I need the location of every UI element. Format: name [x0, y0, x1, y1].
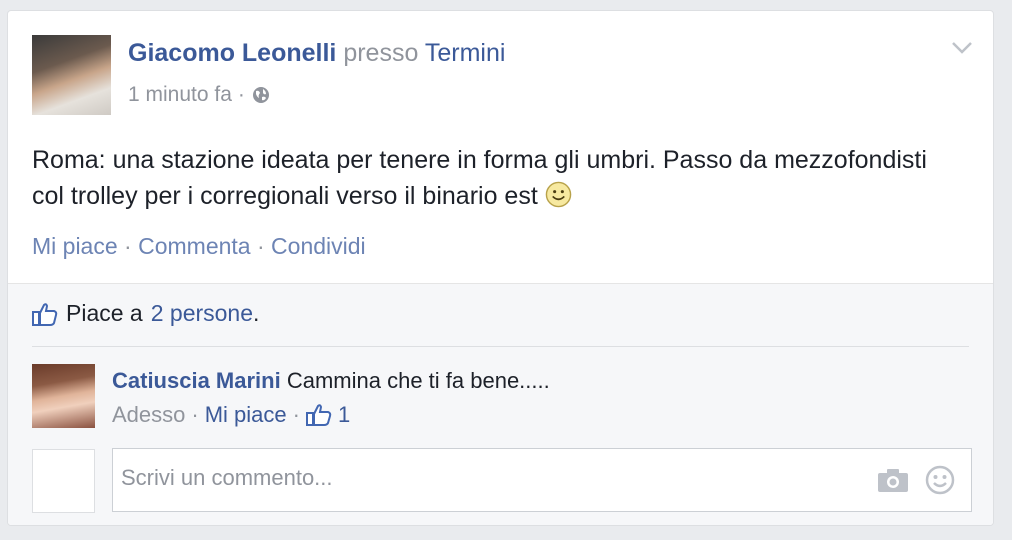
place-link[interactable]: Termini	[425, 39, 506, 67]
comment-like-link[interactable]: Mi piace	[205, 402, 287, 428]
meta-separator: ·	[237, 83, 245, 106]
likes-prefix: Piace a	[66, 300, 143, 326]
divider	[32, 346, 969, 347]
likes-summary: Piace a 2 persone.	[32, 300, 259, 327]
post-card: Giacomo Leonelli presso Termini 1 minuto…	[7, 10, 994, 526]
comment-placeholder: Scrivi un commento...	[121, 465, 333, 490]
commenter-avatar[interactable]	[32, 364, 95, 428]
comment-meta: Adesso · Mi piace · 1	[112, 402, 350, 428]
post-header: Giacomo Leonelli presso Termini	[128, 39, 505, 68]
author-avatar[interactable]	[32, 35, 111, 115]
likes-suffix: .	[253, 300, 260, 326]
comment-link[interactable]: Commenta	[138, 233, 250, 259]
emoji-icon[interactable]	[925, 465, 955, 495]
comment-author[interactable]: Catiuscia Marini	[112, 368, 281, 393]
comment-like-count[interactable]: 1	[338, 402, 350, 428]
meta-separator: ·	[191, 402, 199, 427]
author-name[interactable]: Giacomo Leonelli	[128, 39, 336, 67]
comment: Catiuscia Marini Cammina che ti fa bene.…	[112, 368, 550, 394]
post-meta: 1 minuto fa ·	[128, 83, 271, 107]
comment-timestamp[interactable]: Adesso	[112, 402, 185, 428]
post-actions: Mi piace · Commenta · Condividi	[32, 233, 366, 260]
action-separator: ·	[256, 233, 265, 259]
comment-text: Cammina che ti fa bene.....	[286, 368, 550, 393]
action-separator: ·	[124, 233, 132, 259]
chevron-down-icon[interactable]	[951, 41, 973, 55]
post-text: Roma: una stazione ideata per tenere in …	[32, 146, 927, 210]
like-link[interactable]: Mi piace	[32, 233, 118, 259]
comment-input[interactable]: Scrivi un commento...	[112, 448, 972, 512]
globe-icon[interactable]	[251, 85, 271, 105]
camera-icon[interactable]	[877, 467, 909, 493]
thumbs-up-icon[interactable]	[305, 403, 332, 427]
smiley-emoji-icon	[545, 181, 572, 208]
feedback-section: Piace a 2 persone. Catiuscia Marini Camm…	[8, 283, 993, 525]
share-link[interactable]: Condividi	[271, 233, 366, 259]
presso-label: presso	[343, 39, 419, 67]
thumbs-up-icon	[32, 302, 58, 326]
current-user-avatar	[32, 449, 95, 513]
post-body: Roma: una stazione ideata per tenere in …	[32, 142, 932, 214]
meta-separator: ·	[292, 402, 300, 427]
likes-count-link[interactable]: 2 persone	[151, 300, 253, 326]
post-timestamp[interactable]: 1 minuto fa	[128, 83, 232, 107]
